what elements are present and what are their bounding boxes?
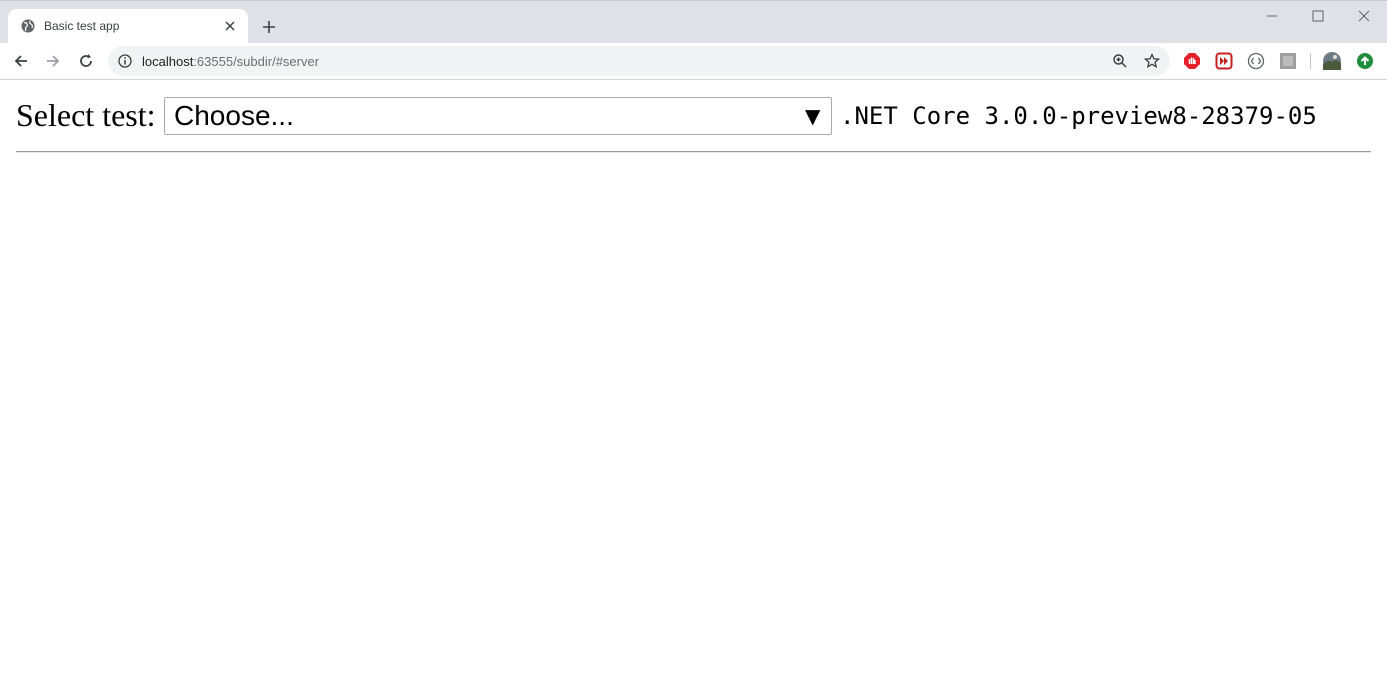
tab-strip: Basic test app (0, 0, 1387, 44)
browser-toolbar: localhost:63555/subdir/#server (0, 43, 1387, 80)
tab-title: Basic test app (44, 19, 120, 33)
select-test-label: Select test: (16, 97, 156, 133)
dropdown-arrow-icon: ▼ (805, 104, 821, 128)
url-host: localhost (142, 54, 194, 69)
select-value: Choose... (174, 100, 294, 131)
code-extension-icon[interactable] (1247, 52, 1265, 70)
address-bar[interactable]: localhost:63555/subdir/#server (108, 46, 1170, 76)
framework-version: .NET Core 3.0.0-preview8-28379-05 (840, 102, 1317, 130)
new-tab-icon[interactable] (261, 19, 277, 35)
test-select-dropdown[interactable]: Choose... ▼ (164, 97, 832, 135)
profile-avatar-icon[interactable] (1323, 52, 1341, 70)
close-tab-icon[interactable] (224, 20, 236, 32)
media-extension-icon[interactable] (1215, 52, 1233, 70)
zoom-icon[interactable] (1112, 53, 1128, 69)
reload-icon[interactable] (78, 53, 94, 69)
globe-icon (21, 19, 35, 33)
adblock-extension-icon[interactable] (1183, 52, 1201, 70)
forward-arrow-icon[interactable] (45, 53, 61, 69)
gray-extension-icon[interactable] (1279, 52, 1297, 70)
horizontal-rule (16, 151, 1371, 153)
maximize-icon[interactable] (1311, 9, 1325, 23)
url-text[interactable]: localhost:63555/subdir/#server (142, 54, 319, 69)
back-arrow-icon[interactable] (13, 53, 29, 69)
update-arrow-icon[interactable] (1356, 52, 1374, 70)
toolbar-divider (1310, 53, 1311, 69)
bookmark-star-icon[interactable] (1144, 53, 1160, 69)
browser-tab[interactable]: Basic test app (8, 9, 248, 44)
url-path: :63555/subdir/#server (193, 54, 320, 69)
close-window-icon[interactable] (1357, 9, 1371, 23)
info-icon[interactable] (118, 54, 132, 68)
minimize-icon[interactable] (1265, 9, 1279, 23)
page-content: Select test: Choose... ▼ .NET Core 3.0.0… (0, 81, 1387, 694)
